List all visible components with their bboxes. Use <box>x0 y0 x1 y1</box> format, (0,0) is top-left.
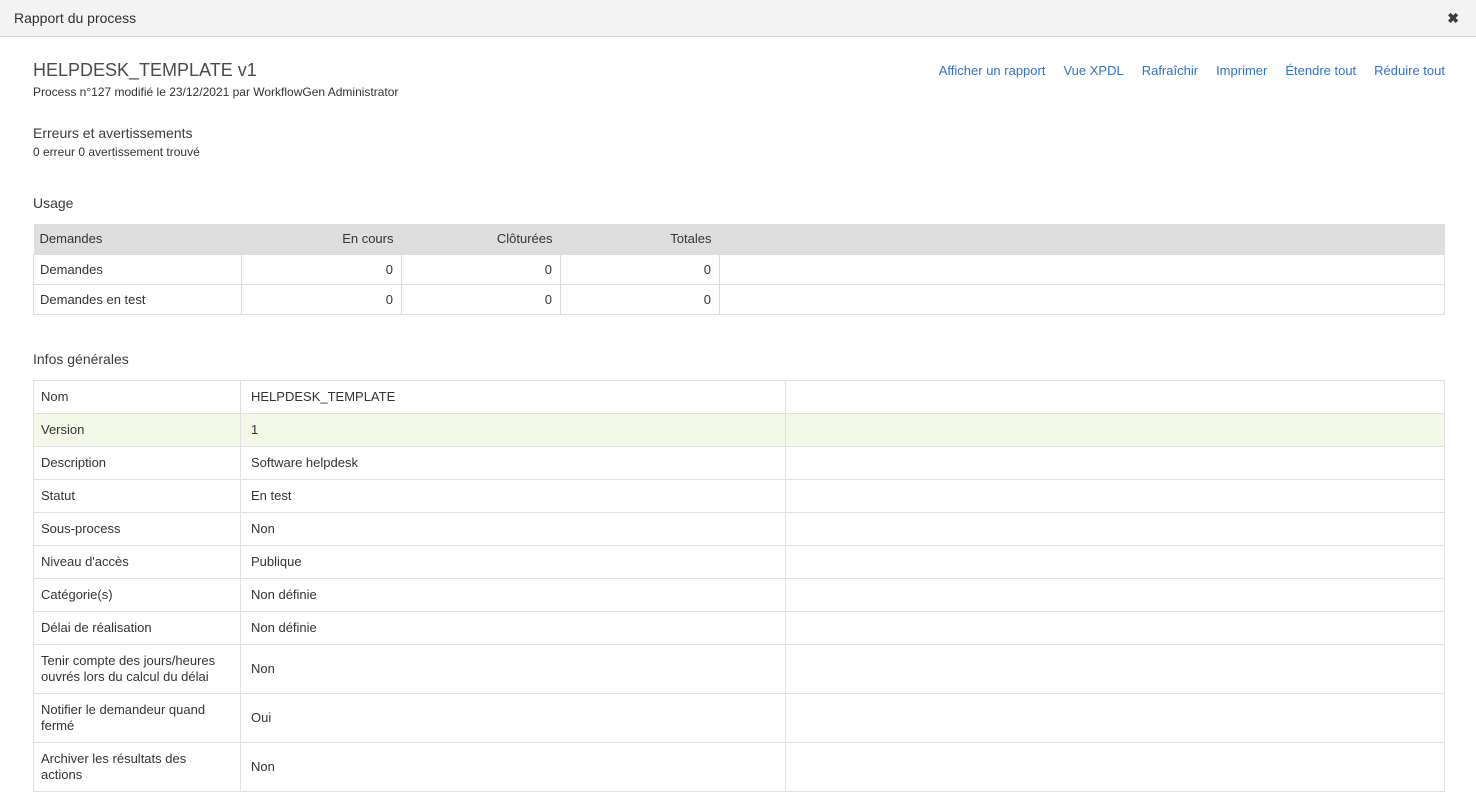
collapse-all-link[interactable]: Réduire tout <box>1374 63 1445 78</box>
table-row: Description Software helpdesk <box>34 446 1445 479</box>
info-label: Version <box>34 413 241 446</box>
info-label: Délai de réalisation <box>34 611 241 644</box>
general-info-table: Nom HELPDESK_TEMPLATE Version 1 Descript… <box>33 380 1445 792</box>
info-label: Sous-process <box>34 512 241 545</box>
info-spacer-cell <box>786 479 1445 512</box>
toolbar: Afficher un rapport Vue XPDL Rafraîchir … <box>939 63 1445 78</box>
print-link[interactable]: Imprimer <box>1216 63 1267 78</box>
section-usage: Usage Demandes En cours Clôturées Totale… <box>33 195 1445 315</box>
info-value: Non <box>241 512 786 545</box>
info-label: Nom <box>34 380 241 413</box>
info-spacer-cell <box>786 644 1445 693</box>
section-general-info: Infos générales Nom HELPDESK_TEMPLATE Ve… <box>33 351 1445 792</box>
table-row: Nom HELPDESK_TEMPLATE <box>34 380 1445 413</box>
usage-col-demandes: Demandes <box>34 224 242 254</box>
info-spacer-cell <box>786 545 1445 578</box>
usage-table: Demandes En cours Clôturées Totales Dema… <box>33 224 1445 315</box>
usage-en-cours-value: 0 <box>242 254 402 284</box>
usage-spacer-cell <box>720 254 1445 284</box>
refresh-link[interactable]: Rafraîchir <box>1142 63 1198 78</box>
info-value: Non <box>241 644 786 693</box>
table-row: Sous-process Non <box>34 512 1445 545</box>
table-row: Catégorie(s) Non définie <box>34 578 1445 611</box>
report-content: HELPDESK_TEMPLATE v1 Process n°127 modif… <box>0 60 1476 795</box>
general-info-section-title: Infos générales <box>33 351 1445 367</box>
usage-totales-value: 0 <box>561 254 720 284</box>
usage-cloturees-value: 0 <box>402 284 561 314</box>
table-row: Niveau d'accès Publique <box>34 545 1445 578</box>
table-row: Tenir compte des jours/heures ouvrés lor… <box>34 644 1445 693</box>
usage-col-totales: Totales <box>561 224 720 254</box>
close-icon[interactable]: ✖ <box>1447 11 1459 25</box>
dialog-titlebar: Rapport du process ✖ <box>0 0 1476 37</box>
info-value: Publique <box>241 545 786 578</box>
info-value: En test <box>241 479 786 512</box>
usage-row-label: Demandes en test <box>34 284 242 314</box>
info-label: Notifier le demandeur quand fermé <box>34 693 241 742</box>
usage-totales-value: 0 <box>561 284 720 314</box>
usage-header-row: Demandes En cours Clôturées Totales <box>34 224 1445 254</box>
info-spacer-cell <box>786 742 1445 791</box>
info-value: Non définie <box>241 611 786 644</box>
info-value: HELPDESK_TEMPLATE <box>241 380 786 413</box>
show-report-link[interactable]: Afficher un rapport <box>939 63 1046 78</box>
table-row: Notifier le demandeur quand fermé Oui <box>34 693 1445 742</box>
info-label: Niveau d'accès <box>34 545 241 578</box>
info-label: Archiver les résultats des actions <box>34 742 241 791</box>
info-label: Tenir compte des jours/heures ouvrés lor… <box>34 644 241 693</box>
usage-cloturees-value: 0 <box>402 254 561 284</box>
expand-all-link[interactable]: Étendre tout <box>1285 63 1356 78</box>
table-row: Demandes en test 0 0 0 <box>34 284 1445 314</box>
info-value: Non <box>241 742 786 791</box>
info-value: Non définie <box>241 578 786 611</box>
info-value: Oui <box>241 693 786 742</box>
table-row: Statut En test <box>34 479 1445 512</box>
table-row: Archiver les résultats des actions Non <box>34 742 1445 791</box>
table-row: Demandes 0 0 0 <box>34 254 1445 284</box>
info-label: Catégorie(s) <box>34 578 241 611</box>
usage-col-en-cours: En cours <box>242 224 402 254</box>
info-label: Statut <box>34 479 241 512</box>
table-row: Délai de réalisation Non définie <box>34 611 1445 644</box>
usage-spacer-cell <box>720 284 1445 314</box>
info-value: Software helpdesk <box>241 446 786 479</box>
info-spacer-cell <box>786 693 1445 742</box>
info-spacer-cell <box>786 413 1445 446</box>
usage-en-cours-value: 0 <box>242 284 402 314</box>
process-title: HELPDESK_TEMPLATE v1 <box>33 60 398 80</box>
info-value: 1 <box>241 413 786 446</box>
info-spacer-cell <box>786 512 1445 545</box>
info-spacer-cell <box>786 446 1445 479</box>
usage-row-label: Demandes <box>34 254 242 284</box>
info-spacer-cell <box>786 578 1445 611</box>
usage-col-cloturees: Clôturées <box>402 224 561 254</box>
info-spacer-cell <box>786 380 1445 413</box>
report-header: HELPDESK_TEMPLATE v1 Process n°127 modif… <box>33 60 1445 99</box>
process-title-block: HELPDESK_TEMPLATE v1 Process n°127 modif… <box>33 60 398 99</box>
process-subtitle: Process n°127 modifié le 23/12/2021 par … <box>33 85 398 99</box>
usage-col-spacer <box>720 224 1445 254</box>
xpdl-view-link[interactable]: Vue XPDL <box>1063 63 1123 78</box>
table-row: Version 1 <box>34 413 1445 446</box>
errors-summary: 0 erreur 0 avertissement trouvé <box>33 145 1445 159</box>
dialog-title: Rapport du process <box>14 10 136 26</box>
errors-section-title: Erreurs et avertissements <box>33 125 1445 141</box>
usage-section-title: Usage <box>33 195 1445 211</box>
section-errors: Erreurs et avertissements 0 erreur 0 ave… <box>33 125 1445 159</box>
info-label: Description <box>34 446 241 479</box>
info-spacer-cell <box>786 611 1445 644</box>
